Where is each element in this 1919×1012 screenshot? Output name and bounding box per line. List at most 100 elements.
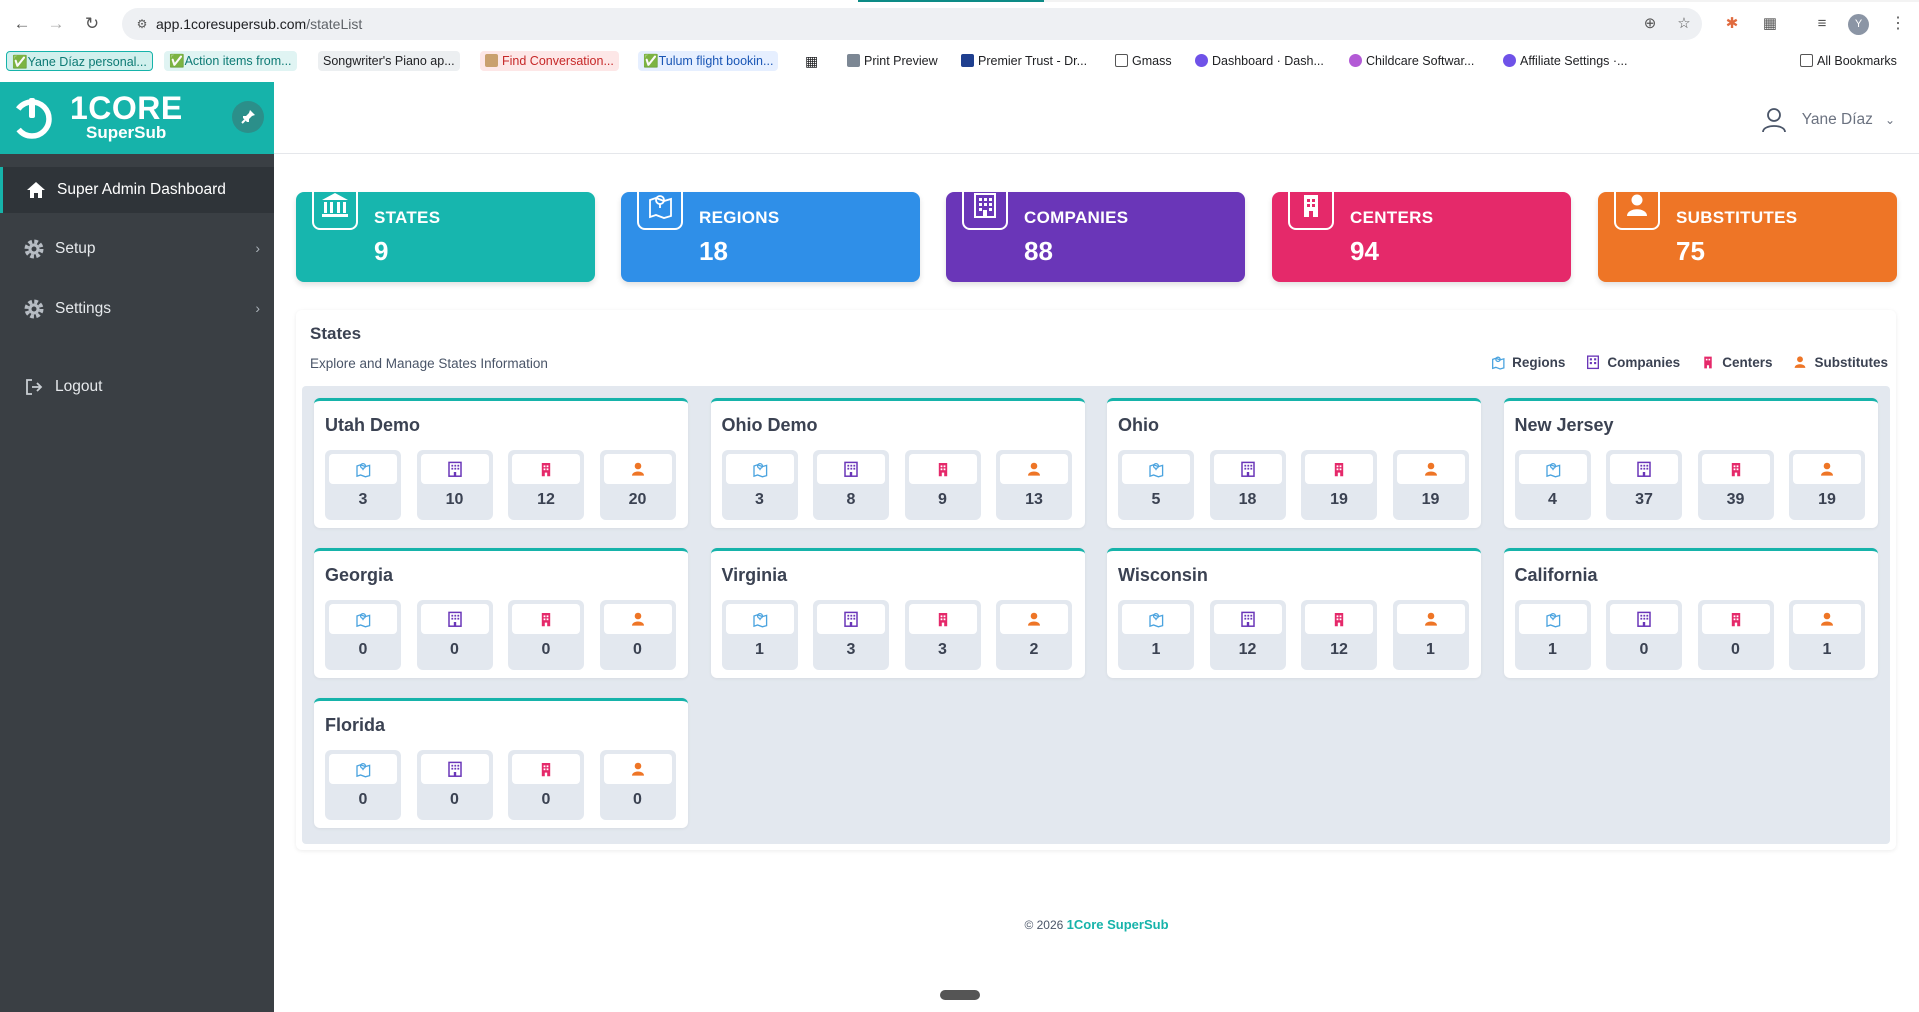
bookmark-item[interactable]: ✅Yane Díaz personal... xyxy=(6,51,153,71)
bookmark-item[interactable]: Premier Trust - Dr... xyxy=(956,51,1093,71)
apps-grid-icon[interactable]: ▦ xyxy=(800,51,823,71)
state-metric-companies[interactable]: 3 xyxy=(813,600,889,670)
bookmark-item[interactable]: Childcare Softwar... xyxy=(1344,51,1480,71)
stat-card-regions[interactable]: REGIONS 18 xyxy=(621,180,920,282)
stat-card-states[interactable]: STATES 9 xyxy=(296,180,595,282)
state-metric-companies[interactable]: 37 xyxy=(1606,450,1682,520)
state-card[interactable]: Ohio 5 18 19 19 xyxy=(1107,398,1481,528)
state-metric-centers[interactable]: 0 xyxy=(508,750,584,820)
scroll-handle[interactable] xyxy=(940,990,980,1000)
bookmark-item[interactable]: Songwriter's Piano ap... xyxy=(318,51,460,71)
stat-value: 9 xyxy=(374,236,389,266)
bookmark-item[interactable]: ✅Action items from... xyxy=(164,51,297,71)
state-metric-substitutes[interactable]: 1 xyxy=(1392,600,1469,670)
sidebar-item-settings[interactable]: Settings › xyxy=(0,286,274,332)
metric-value: 3 xyxy=(846,641,856,658)
state-metric-substitutes[interactable]: 19 xyxy=(1789,450,1865,520)
sidebar-item-setup[interactable]: Setup › xyxy=(0,226,274,272)
state-metric-substitutes[interactable]: 0 xyxy=(599,600,676,670)
building-icon xyxy=(1610,454,1678,484)
state-metric-substitutes[interactable]: 13 xyxy=(996,450,1072,520)
state-metric-centers[interactable]: 39 xyxy=(1697,450,1774,520)
state-metric-companies[interactable]: 18 xyxy=(1209,450,1286,520)
person-icon xyxy=(1000,604,1068,634)
sidebar-item-dashboard[interactable]: Super Admin Dashboard xyxy=(0,167,274,213)
back-arrow-icon[interactable]: ← xyxy=(10,12,34,36)
state-card[interactable]: Ohio Demo 3 8 9 13 xyxy=(710,398,1085,528)
state-metric-companies[interactable]: 0 xyxy=(1606,600,1682,670)
state-metric-centers[interactable]: 12 xyxy=(1301,600,1377,670)
url-text[interactable]: app.1coresupersub.com/stateList xyxy=(156,16,362,32)
state-metric-centers[interactable]: 9 xyxy=(904,450,981,520)
media-queue-icon[interactable]: ≡ xyxy=(1812,14,1832,34)
state-metric-regions[interactable]: 4 xyxy=(1514,450,1591,520)
brand-subtitle: SuperSub xyxy=(86,123,167,142)
stat-card-centers[interactable]: CENTERS 94 xyxy=(1272,180,1571,282)
metric-value: 1 xyxy=(1822,641,1832,658)
address-bar[interactable]: ⚙ app.1coresupersub.com/stateList ⊕ ☆ xyxy=(122,8,1702,40)
forward-arrow-icon[interactable]: → xyxy=(44,12,68,36)
state-metric-companies[interactable]: 0 xyxy=(416,600,493,670)
state-metric-substitutes[interactable]: 19 xyxy=(1392,450,1469,520)
stat-value: 94 xyxy=(1350,236,1379,266)
stat-card-substitutes[interactable]: SUBSTITUTES 75 xyxy=(1598,180,1897,282)
state-name: Ohio xyxy=(1118,415,1159,435)
stat-label: STATES xyxy=(374,208,441,227)
sidebar-item-logout[interactable]: Logout xyxy=(0,364,274,410)
state-metric-substitutes[interactable]: 2 xyxy=(996,600,1072,670)
state-metric-companies[interactable]: 10 xyxy=(416,450,493,520)
state-metric-regions[interactable]: 1 xyxy=(1118,600,1194,670)
state-metric-regions[interactable]: 0 xyxy=(325,750,401,820)
state-metric-regions[interactable]: 1 xyxy=(1514,600,1591,670)
sidebar-pin-button[interactable] xyxy=(232,101,264,133)
state-metric-centers[interactable]: 12 xyxy=(508,450,584,520)
state-metric-substitutes[interactable]: 1 xyxy=(1789,600,1865,670)
state-metric-regions[interactable]: 5 xyxy=(1118,450,1194,520)
state-card[interactable]: Utah Demo 3 10 12 20 xyxy=(314,398,688,528)
gear-icon xyxy=(23,238,45,260)
bookmark-item[interactable]: Find Conversation... xyxy=(480,51,619,71)
bookmark-item[interactable]: ✅Tulum flight bookin... xyxy=(638,51,779,71)
person-icon xyxy=(603,454,672,484)
state-metric-regions[interactable]: 3 xyxy=(325,450,401,520)
states-panel: States Explore and Manage States Informa… xyxy=(296,310,1896,850)
state-metric-substitutes[interactable]: 0 xyxy=(599,750,676,820)
state-metric-centers[interactable]: 0 xyxy=(508,600,584,670)
all-bookmarks[interactable]: All Bookmarks xyxy=(1795,51,1902,71)
bookmark-star-icon[interactable]: ☆ xyxy=(1674,14,1694,34)
state-metric-centers[interactable]: 19 xyxy=(1301,450,1377,520)
legend-label: Regions xyxy=(1512,354,1566,370)
state-card[interactable]: Wisconsin 1 12 12 1 xyxy=(1107,548,1481,678)
stat-card-companies[interactable]: COMPANIES 88 xyxy=(946,180,1245,282)
state-metric-regions[interactable]: 1 xyxy=(721,600,798,670)
profile-avatar[interactable]: Y xyxy=(1848,14,1869,35)
state-card[interactable]: New Jersey 4 37 39 19 xyxy=(1503,398,1878,528)
reload-icon[interactable]: ↻ xyxy=(80,12,104,36)
extensions-puzzle-icon[interactable]: ▦ xyxy=(1760,14,1780,34)
metric-value: 0 xyxy=(450,791,459,808)
site-info-icon[interactable]: ⚙ xyxy=(134,16,150,32)
state-card[interactable]: California 1 0 0 1 xyxy=(1503,548,1878,678)
map-icon xyxy=(725,604,794,634)
state-metric-centers[interactable]: 0 xyxy=(1697,600,1774,670)
extension-burst-icon[interactable]: ✱ xyxy=(1722,14,1742,34)
browser-menu-icon[interactable]: ⋮ xyxy=(1890,13,1906,33)
state-metric-substitutes[interactable]: 20 xyxy=(599,450,676,520)
state-metric-centers[interactable]: 3 xyxy=(904,600,981,670)
zoom-icon[interactable]: ⊕ xyxy=(1640,14,1660,34)
state-metric-regions[interactable]: 0 xyxy=(325,600,401,670)
state-card[interactable]: Florida 0 0 0 0 xyxy=(314,698,688,828)
folder-icon xyxy=(1800,54,1813,67)
state-metric-companies[interactable]: 12 xyxy=(1209,600,1286,670)
user-menu[interactable]: Yane Díaz ⌄ xyxy=(1760,106,1895,134)
bookmark-item[interactable]: Gmass xyxy=(1110,51,1177,71)
bookmark-item[interactable]: Print Preview xyxy=(842,51,943,71)
state-card[interactable]: Georgia 0 0 0 0 xyxy=(314,548,688,678)
state-card[interactable]: Virginia 1 3 3 2 xyxy=(710,548,1085,678)
state-metric-regions[interactable]: 3 xyxy=(721,450,798,520)
state-metric-companies[interactable]: 0 xyxy=(416,750,493,820)
footer-brand-link[interactable]: 1Core SuperSub xyxy=(1067,917,1169,932)
bookmark-item[interactable]: Dashboard · Dash... xyxy=(1190,51,1329,71)
bookmark-item[interactable]: Affiliate Settings ·... xyxy=(1498,51,1633,71)
state-metric-companies[interactable]: 8 xyxy=(813,450,889,520)
